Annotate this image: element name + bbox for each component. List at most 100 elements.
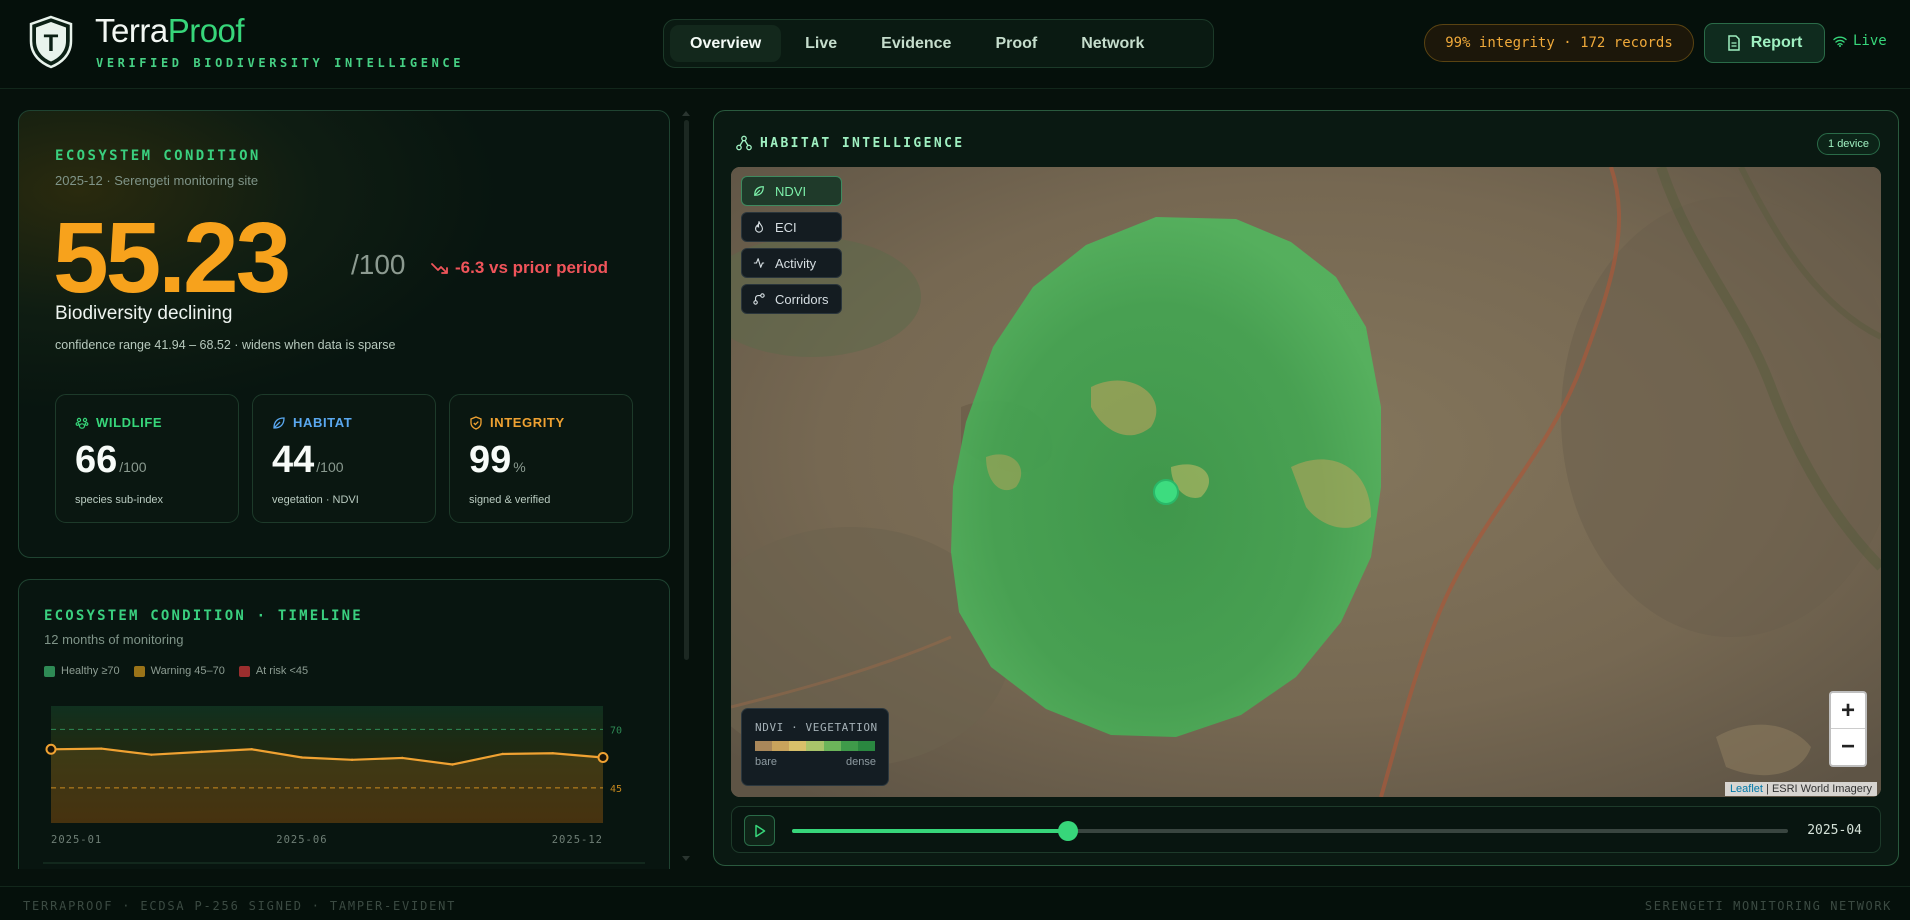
timeline-date: 2025-04 (1807, 823, 1862, 838)
report-button-label: Report (1750, 34, 1803, 51)
device-count-badge[interactable]: 1 device (1817, 133, 1880, 155)
subindex-label: HABITAT (293, 415, 353, 430)
paw-icon (75, 417, 89, 429)
data-point (300, 756, 304, 759)
ndvi-scale-step (823, 741, 841, 751)
tab-network[interactable]: Network (1061, 25, 1164, 62)
layer-label: ECI (775, 219, 797, 235)
subindex-integrity: INTEGRITY 99% signed & verified (449, 394, 633, 523)
layer-label: Corridors (775, 291, 829, 307)
x-tick-label: 2025-06 (276, 834, 327, 846)
delta-text: -6.3 vs prior period (455, 258, 609, 277)
network-nodes-icon (736, 135, 752, 151)
data-point-endpoint (597, 751, 609, 763)
tab-proof[interactable]: Proof (975, 25, 1057, 62)
ndvi-scale-step (857, 741, 875, 751)
tab-overview[interactable]: Overview (670, 25, 782, 62)
ndvi-legend-low: bare (755, 756, 778, 768)
main-nav: Overview Live Evidence Proof Network (663, 19, 1214, 68)
subindex-label-row: INTEGRITY (469, 415, 565, 430)
subindex-value: 66/100 (75, 439, 147, 481)
x-tick-label: 2025-12 (552, 834, 603, 846)
condition-score: 55.23 (53, 202, 291, 314)
subindex-caption: species sub-index (75, 494, 164, 506)
score-max: /100 (351, 249, 406, 280)
tab-live[interactable]: Live (785, 25, 857, 62)
document-icon (1727, 35, 1740, 51)
condition-status: Biodiversity declining (55, 303, 233, 324)
data-point (551, 752, 555, 755)
subindex-label-row: HABITAT (272, 415, 352, 430)
score-delta: -6.3 vs prior period (431, 258, 608, 278)
time-slider-handle[interactable] (1057, 821, 1078, 841)
data-point (200, 750, 203, 754)
live-label: Live (1853, 33, 1887, 49)
subindex-label: WILDLIFE (96, 415, 163, 430)
card-title: ECOSYSTEM CONDITION (55, 148, 261, 164)
layer-corridors-button[interactable]: Corridors (741, 284, 842, 314)
ndvi-legend-high: dense (846, 756, 876, 768)
leaflet-link[interactable]: Leaflet (1730, 783, 1763, 795)
confidence-range: confidence range 41.94 – 68.52 · widens … (55, 338, 396, 352)
data-point (250, 748, 253, 751)
data-point (451, 763, 454, 766)
leaf-icon (754, 186, 764, 196)
subindex-label-row: WILDLIFE (75, 415, 162, 430)
zoom-in-button[interactable]: + (1831, 693, 1865, 729)
integrity-status-pill[interactable]: 99% integrity · 172 records (1424, 24, 1694, 62)
satellite-imagery (731, 167, 1881, 797)
subindex-label: INTEGRITY (490, 415, 565, 430)
subindex-caption: signed & verified (469, 494, 551, 506)
shield-check-icon (470, 415, 482, 430)
footer: TERRAPROOF · ECDSA P-256 SIGNED · TAMPER… (0, 886, 1910, 920)
ndvi-scale-step (789, 741, 807, 751)
device-marker[interactable] (1153, 479, 1179, 505)
zoom-control: + − (1829, 691, 1867, 767)
live-indicator: Live (1833, 33, 1887, 49)
scroll-down-arrow-icon[interactable] (682, 856, 690, 862)
data-point (150, 753, 153, 756)
left-panel-scrollbar[interactable] (682, 110, 690, 861)
threshold-label: 45 (610, 784, 622, 795)
timeline-chart: 70 45 2025-01 2025-06 2025-12 (43, 706, 645, 864)
data-point-endpoint (45, 743, 57, 755)
scroll-up-arrow-icon[interactable] (682, 110, 690, 116)
top-header: T TerraProof VERIFIED BIODIVERSITY INTEL… (0, 0, 1910, 89)
ndvi-scale-step (772, 741, 790, 751)
tab-evidence[interactable]: Evidence (861, 25, 971, 62)
subindex-wildlife: WILDLIFE 66/100 species sub-index (55, 394, 239, 523)
report-button[interactable]: Report (1704, 23, 1825, 63)
wifi-icon (1833, 36, 1847, 47)
timeline-card: ECOSYSTEM CONDITION · TIMELINE 12 months… (18, 579, 670, 869)
leaf-icon (273, 416, 285, 429)
subindex-value: 44/100 (272, 439, 344, 481)
time-slider[interactable] (792, 821, 1788, 841)
map-view[interactable]: NDVI ECI Activity Corridors NDVI · VEGET… (731, 167, 1881, 797)
play-icon (754, 824, 765, 837)
ndvi-scale-step (755, 741, 773, 751)
x-tick-label: 2025-01 (51, 834, 102, 846)
layer-activity-button[interactable]: Activity (741, 248, 842, 278)
threshold-label: 70 (610, 725, 622, 736)
play-button[interactable] (744, 815, 775, 846)
layer-label: NDVI (775, 183, 807, 199)
habitat-intelligence-panel: HABITAT INTELLIGENCE 1 device NDVI ECI A… (713, 110, 1899, 866)
ndvi-legend: NDVI · VEGETATION bare dense (741, 708, 889, 786)
layer-ndvi-button[interactable]: NDVI (741, 176, 842, 206)
brand-tagline: VERIFIED BIODIVERSITY INTELLIGENCE (96, 56, 465, 70)
ndvi-scale-step (840, 741, 858, 751)
trend-down-icon (431, 263, 448, 274)
route-icon (753, 293, 765, 305)
map-attribution: Leaflet | ESRI World Imagery (1724, 782, 1877, 796)
ndvi-color-scale (755, 741, 875, 751)
zoom-out-button[interactable]: − (1831, 729, 1865, 765)
layer-eci-button[interactable]: ECI (741, 212, 842, 242)
activity-icon (753, 258, 765, 268)
timeline-player: 2025-04 (731, 806, 1881, 853)
flame-icon (755, 221, 763, 233)
subindex-caption: vegetation · NDVI (272, 494, 359, 506)
data-point (350, 758, 354, 762)
scrollbar-thumb[interactable] (684, 120, 689, 660)
data-point (401, 756, 404, 760)
subindex-value: 99% (469, 439, 526, 481)
